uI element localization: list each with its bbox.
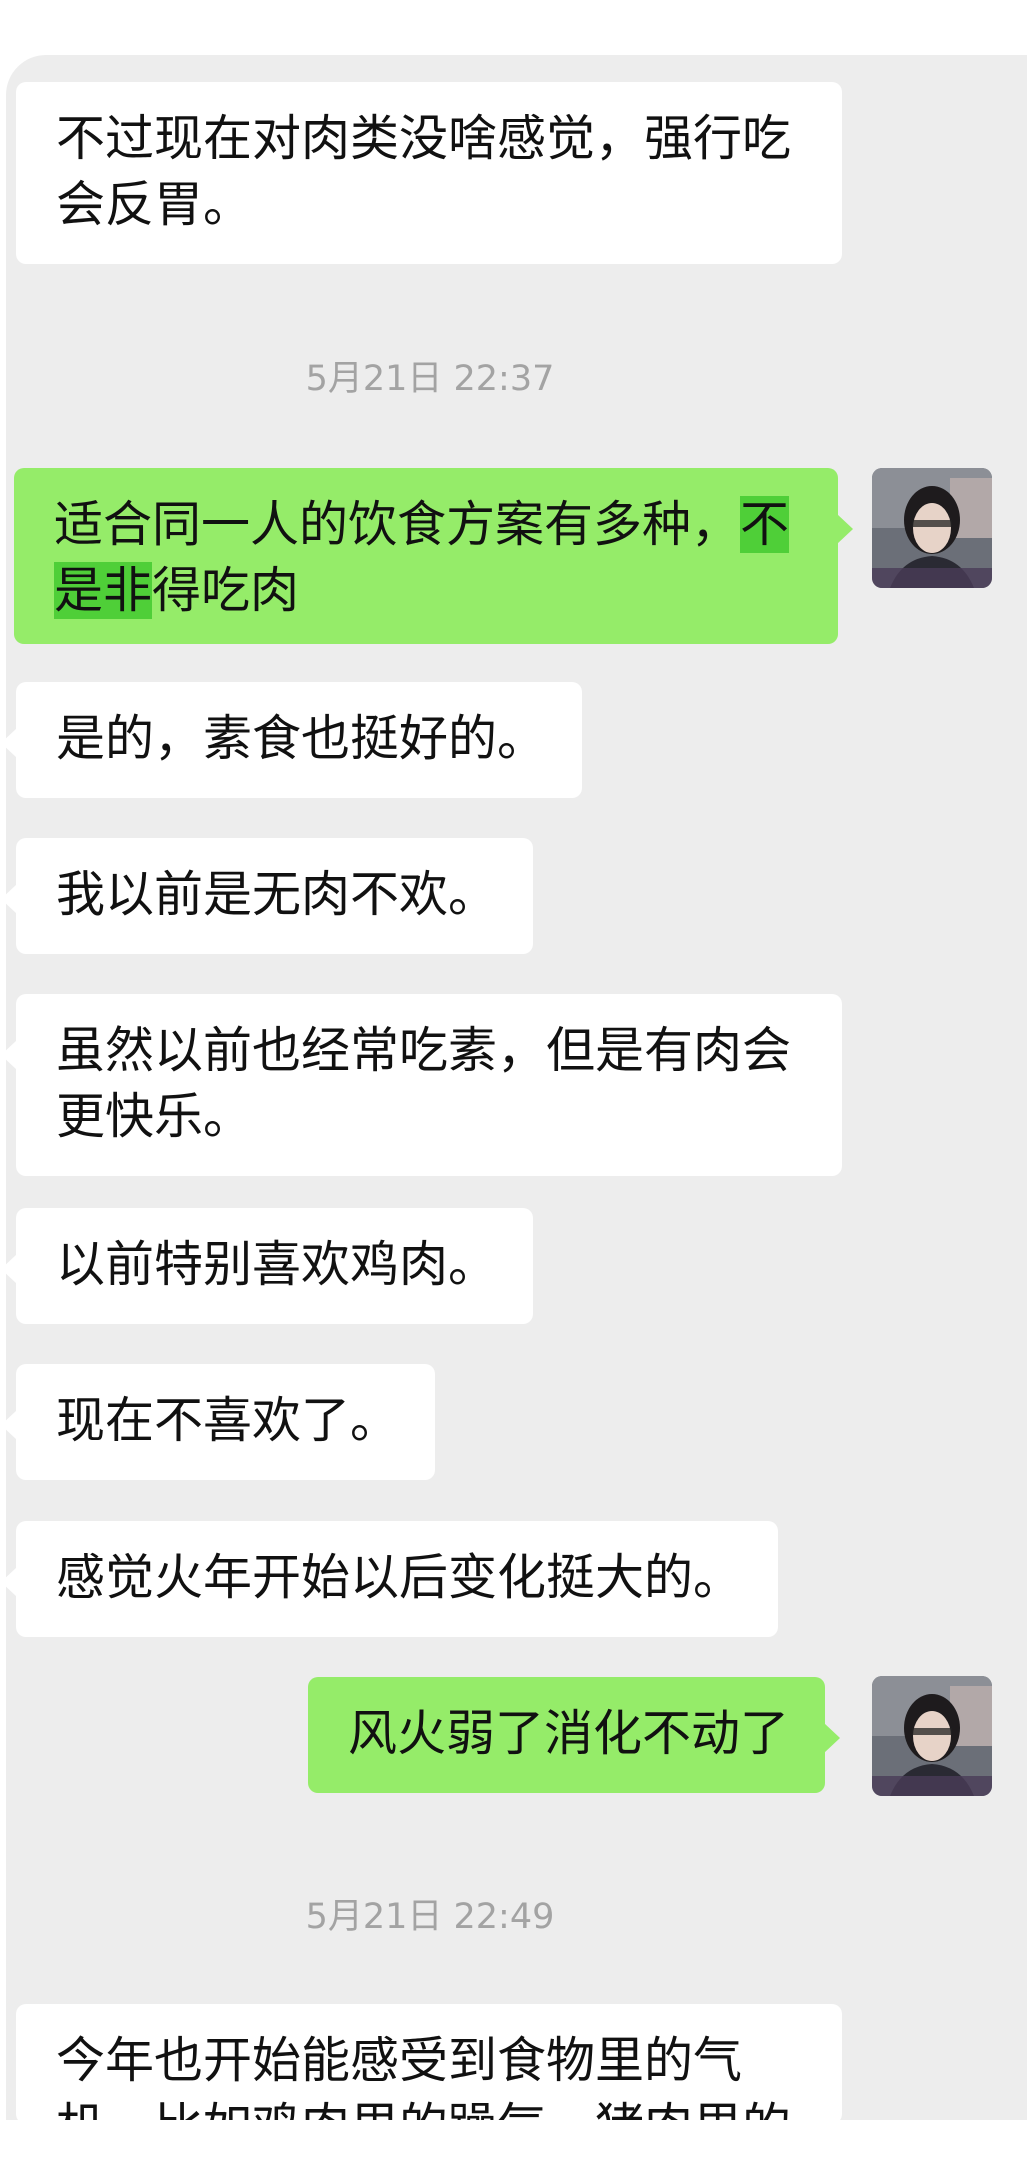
message-text: 今年也开始能感受到食物里的气机，比如鸡肉里的躁气，猪肉里的 [56,2032,791,2124]
message-bubble-incoming[interactable]: 今年也开始能感受到食物里的气机，比如鸡肉里的躁气，猪肉里的 [16,2004,842,2124]
user-avatar-icon [872,1676,992,1796]
message-bubble-incoming[interactable]: 现在不喜欢了。 [0,1364,436,1480]
message-bubble-incoming[interactable]: 我以前是无肉不欢。 [0,838,534,954]
message-bubble-incoming[interactable]: 不过现在对肉类没啥感觉，强行吃会反胃。 [16,82,842,264]
timestamp: 5月21日 22:49 [305,1897,555,1937]
message-text: 以前特别喜欢鸡肉。 [56,1236,498,1293]
message-text: 现在不喜欢了。 [56,1392,400,1449]
avatar[interactable] [872,1676,992,1796]
message-bubble-incoming[interactable]: 虽然以前也经常吃素，但是有肉会更快乐。 [1,994,842,1176]
message-bubble-incoming[interactable]: 是的，素食也挺好的。 [0,682,583,798]
message-bubble-outgoing[interactable]: 风火弱了消化不动了 [308,1677,841,1793]
timestamp: 5月21日 22:37 [305,359,555,399]
message-text-part: 得吃肉 [152,562,300,619]
message-bubble-incoming[interactable]: 以前特别喜欢鸡肉。 [0,1208,534,1324]
avatar[interactable] [872,468,992,588]
screen-bottom-edge [0,2120,1027,2158]
selected-text[interactable]: 是非 [54,562,153,619]
message-text-part: 适合同一人的饮食方案有多种， [54,496,741,553]
message-bubble-outgoing[interactable]: 适合同一人的饮食方案有多种，不是非得吃肉 [14,468,853,644]
message-text: 不过现在对肉类没啥感觉，强行吃会反胃。 [56,110,792,233]
selected-text[interactable]: 不 [740,496,790,553]
message-text: 是的，素食也挺好的。 [56,710,547,767]
message-text: 感觉火年开始以后变化挺大的。 [56,1549,743,1606]
message-text: 我以前是无肉不欢。 [56,866,498,923]
message-bubble-incoming[interactable]: 感觉火年开始以后变化挺大的。 [0,1521,779,1637]
user-avatar-icon [872,468,992,588]
message-text: 虽然以前也经常吃素，但是有肉会更快乐。 [56,1022,792,1145]
message-text: 风火弱了消化不动了 [348,1705,790,1762]
